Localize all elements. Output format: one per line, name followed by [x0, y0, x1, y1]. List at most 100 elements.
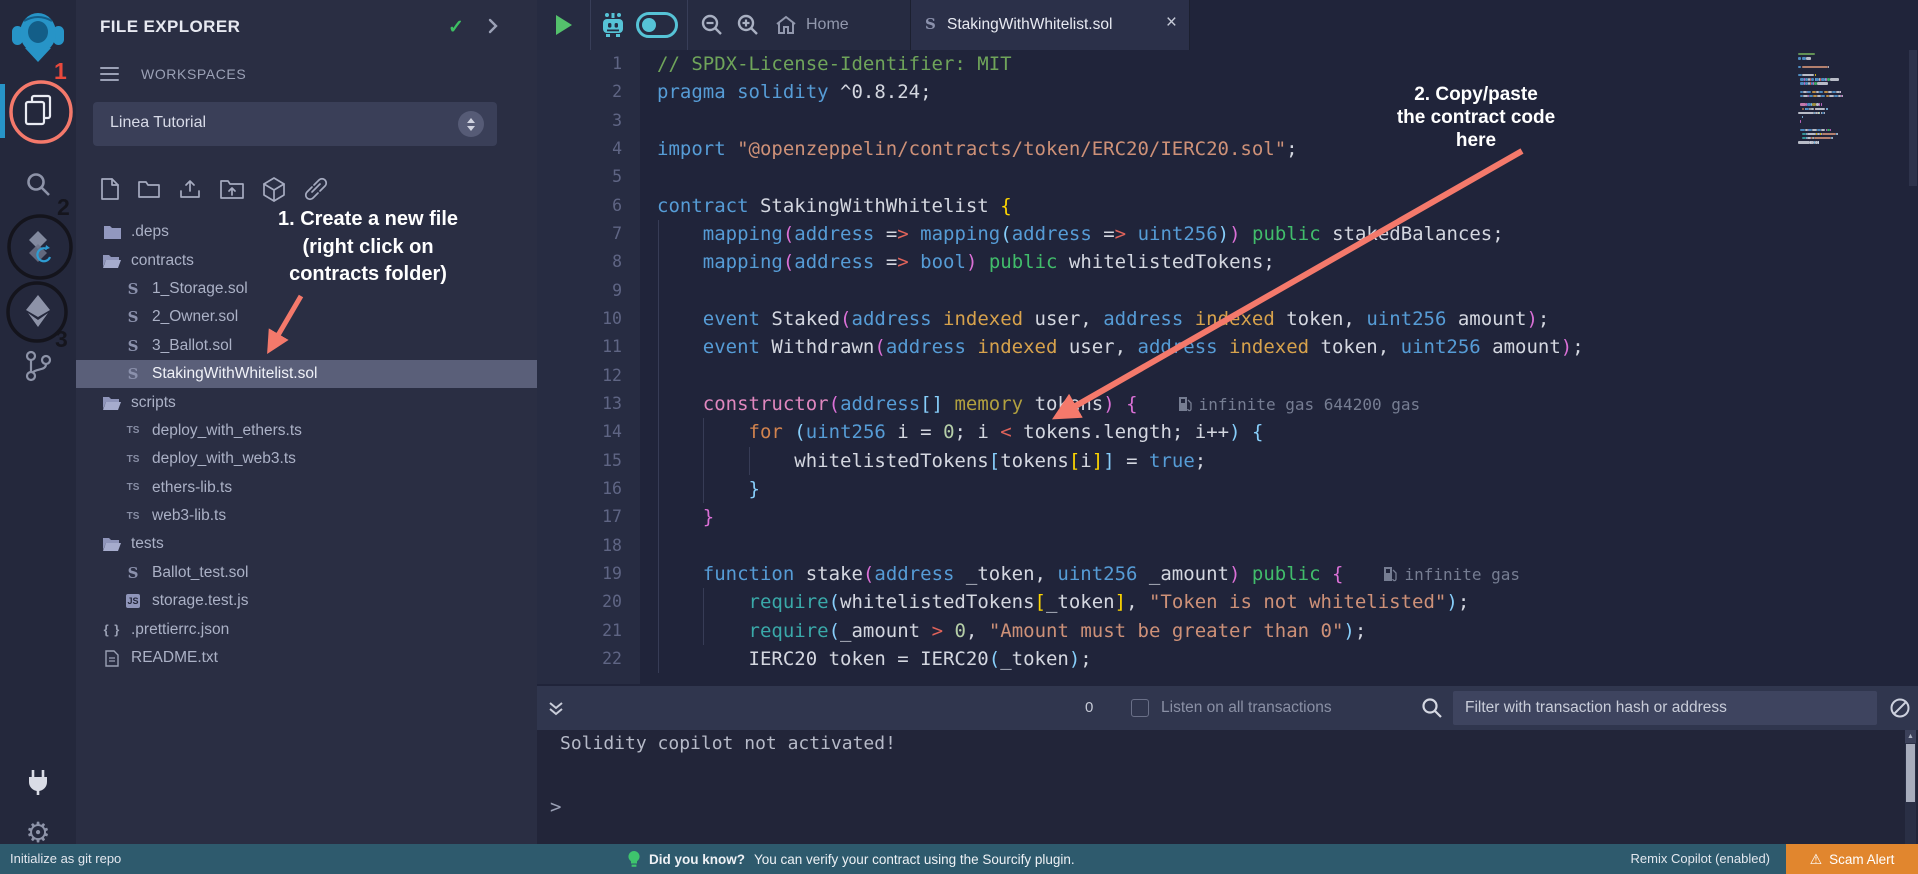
js-icon: JS [122, 594, 144, 608]
create-workspace-icon[interactable] [262, 176, 286, 207]
editor-scrollbar[interactable] [1909, 50, 1917, 186]
line-number: 3 [537, 107, 622, 135]
tree-item-ethers-lib.ts[interactable]: TSethers-lib.ts [76, 474, 537, 502]
tree-item-web3-lib.ts[interactable]: TSweb3-lib.ts [76, 502, 537, 530]
scrollbar-thumb[interactable] [1906, 744, 1915, 802]
line-number: 4 [537, 135, 622, 163]
clear-console-icon[interactable] [1889, 697, 1911, 724]
code-line-16: 16 } [537, 475, 1918, 503]
folder-open-icon [101, 536, 123, 552]
txt-icon [101, 650, 123, 667]
new-file-icon[interactable] [100, 177, 120, 206]
file-tree: .depscontractsS1_Storage.solS2_Owner.sol… [76, 218, 537, 672]
deploy-run-icon[interactable] [0, 293, 76, 329]
workspace-name: Linea Tutorial [110, 114, 206, 132]
git-icon[interactable] [0, 350, 76, 382]
tab-label: StakingWithWhitelist.sol [947, 0, 1112, 50]
scrollbar-up-icon[interactable]: ▲ [1905, 730, 1916, 743]
home-tab-label: Home [806, 16, 849, 34]
tree-item-storage.test.js[interactable]: JS storage.test.js [76, 587, 537, 615]
upload-file-icon[interactable] [178, 177, 202, 206]
line-number: 22 [537, 645, 622, 673]
tree-item-1_Storage.sol[interactable]: S1_Storage.sol [76, 275, 537, 303]
file-actions-toolbar [100, 176, 329, 207]
search-icon[interactable] [0, 170, 76, 198]
tree-item-contracts[interactable]: contracts [76, 246, 537, 274]
terminal-search-icon[interactable] [1421, 697, 1443, 724]
code-line-17: 17 } [537, 503, 1918, 531]
transaction-filter-input[interactable] [1453, 691, 1877, 725]
tree-item-tests[interactable]: tests [76, 530, 537, 558]
activity-bar: ⚙ [0, 0, 76, 844]
line-number: 11 [537, 333, 622, 361]
tree-item-label: storage.test.js [152, 592, 249, 610]
warning-icon: ⚠ [1810, 851, 1823, 868]
ts-icon: TS [122, 425, 144, 436]
tree-item-scripts[interactable]: scripts [76, 388, 537, 416]
close-tab-icon[interactable]: × [1166, 12, 1177, 34]
terminal-toolbar: 0 Listen on all transactions [537, 686, 1918, 730]
tree-item-label: scripts [131, 394, 176, 412]
chevron-right-icon[interactable] [488, 18, 498, 39]
gas-estimate-annotation: infinite gas 644200 gas [1178, 395, 1421, 414]
terminal-output[interactable]: Solidity copilot not activated! > ▲ [537, 730, 1918, 844]
scam-alert-button[interactable]: ⚠ Scam Alert [1786, 844, 1918, 874]
line-number: 20 [537, 588, 622, 616]
tree-item-deploy_with_web3.ts[interactable]: TSdeploy_with_web3.ts [76, 445, 537, 473]
tree-item-README.txt[interactable]: README.txt [76, 644, 537, 672]
line-number: 12 [537, 362, 622, 390]
zoom-in-icon[interactable] [736, 13, 760, 42]
json-icon: { } [101, 622, 123, 637]
dropdown-caret-icon[interactable] [458, 111, 484, 137]
code-line-3: 3 [537, 107, 1918, 135]
copilot-status[interactable]: Remix Copilot (enabled) [1631, 844, 1770, 874]
tree-item-2_Owner.sol[interactable]: S2_Owner.sol [76, 303, 537, 331]
remix-logo[interactable] [0, 8, 76, 66]
code-line-22: 22 IERC20 token = IERC20(_token); [537, 645, 1918, 673]
tree-item-label: ethers-lib.ts [152, 479, 232, 497]
status-bar: Initialize as git repo Did you know? You… [0, 844, 1918, 874]
tree-item-StakingWithWhitelist.sol[interactable]: S StakingWithWhitelist.sol [76, 360, 537, 388]
solidity-compiler-icon[interactable] [0, 228, 76, 266]
link-icon[interactable] [303, 177, 329, 206]
plugin-manager-icon[interactable] [0, 768, 76, 796]
did-you-know-tip: Did you know? You can verify your contra… [628, 844, 1075, 874]
tree-item-3_Ballot.sol[interactable]: S3_Ballot.sol [76, 332, 537, 360]
remix-ide-window: ⚙ FILE EXPLORER ✓ WORKSPACES Linea Tutor… [0, 0, 1918, 874]
zoom-out-icon[interactable] [700, 13, 724, 42]
workspaces-label: WORKSPACES [141, 66, 246, 82]
tree-item-deploy_with_ethers.ts[interactable]: TSdeploy_with_ethers.ts [76, 417, 537, 445]
workspace-dropdown[interactable]: Linea Tutorial [93, 102, 497, 146]
copilot-robot-icon[interactable] [599, 11, 627, 44]
code-editor[interactable]: 1// SPDX-License-Identifier: MIT2pragma … [537, 50, 1918, 684]
tree-item-Ballot_test.sol[interactable]: SBallot_test.sol [76, 559, 537, 587]
tree-item-label: StakingWithWhitelist.sol [152, 365, 317, 383]
copilot-toggle[interactable] [636, 12, 678, 38]
new-folder-icon[interactable] [137, 178, 161, 205]
listen-all-transactions-checkbox[interactable] [1131, 699, 1149, 717]
run-play-icon[interactable] [554, 13, 574, 42]
init-git-repo-button[interactable]: Initialize as git repo [10, 844, 121, 874]
sol-icon: S [122, 337, 144, 355]
tree-item-.prettierrc.json[interactable]: { }.prettierrc.json [76, 615, 537, 643]
line-number: 1 [537, 50, 622, 78]
expand-terminal-icon[interactable] [547, 701, 565, 722]
line-number: 18 [537, 532, 622, 560]
tree-item-.deps[interactable]: .deps [76, 218, 537, 246]
check-icon: ✓ [448, 16, 464, 39]
tab-stakingwithwhitelist[interactable]: S StakingWithWhitelist.sol × [910, 0, 1190, 50]
tab-home[interactable]: Home [775, 0, 849, 50]
sol-icon: S [122, 365, 144, 383]
line-number: 19 [537, 560, 622, 588]
line-number: 2 [537, 78, 622, 106]
file-explorer-icon[interactable] [0, 93, 76, 127]
code-line-19: 19 function stake(address _token, uint25… [537, 560, 1918, 588]
sol-icon: S [122, 280, 144, 298]
line-number: 9 [537, 277, 622, 305]
line-number: 8 [537, 248, 622, 276]
folder-open-icon [101, 253, 123, 269]
minimap[interactable] [1795, 50, 1911, 190]
code-line-10: 10 event Staked(address indexed user, ad… [537, 305, 1918, 333]
workspaces-menu-icon[interactable] [100, 67, 119, 81]
upload-folder-icon[interactable] [219, 177, 245, 206]
